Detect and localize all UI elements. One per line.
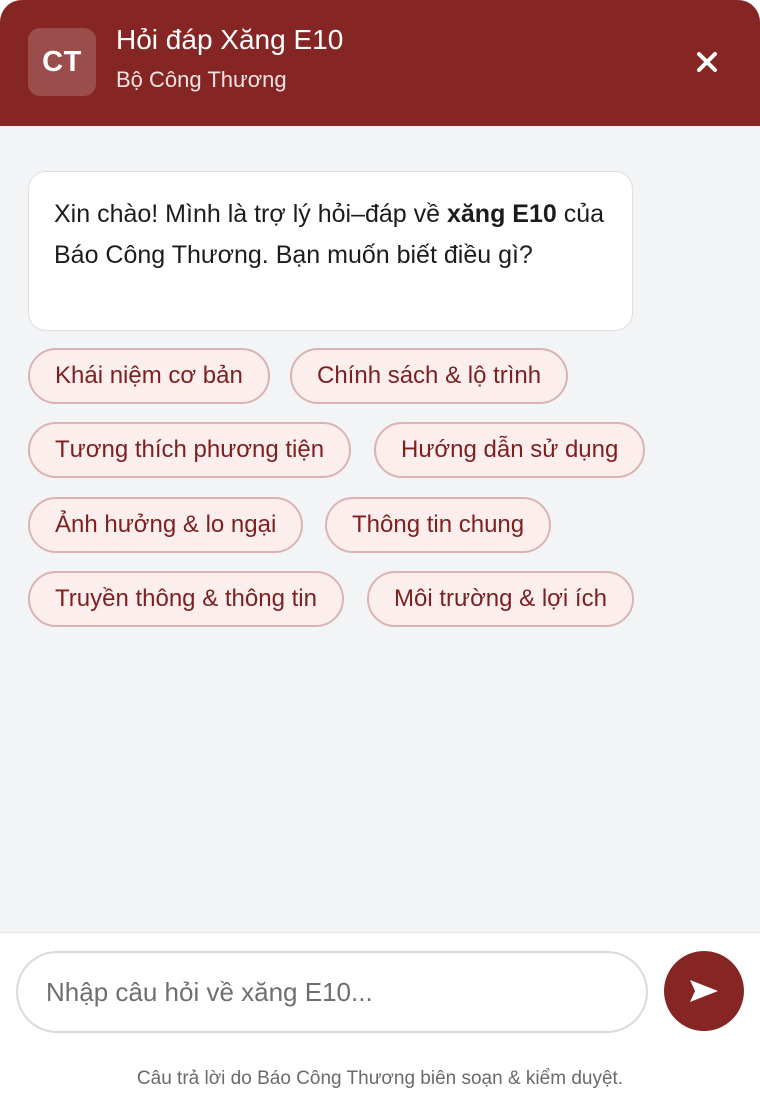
suggestion-chip-basic-concepts[interactable]: Khái niệm cơ bản <box>28 348 270 404</box>
close-button[interactable] <box>682 38 732 86</box>
suggestion-chip-vehicle-compatibility[interactable]: Tương thích phương tiện <box>28 422 352 478</box>
message-list: Xin chào! Mình là trợ lý hỏi–đáp về xăng… <box>0 126 760 932</box>
question-input[interactable] <box>16 951 648 1033</box>
suggestion-chip-general-info[interactable]: Thông tin chung <box>325 497 552 553</box>
avatar: CT <box>28 28 96 96</box>
welcome-text-bold: xăng E10 <box>447 200 557 228</box>
send-icon <box>690 980 718 1002</box>
suggestion-chip-environment-benefits[interactable]: Môi trường & lợi ích <box>367 571 634 627</box>
send-button[interactable] <box>664 951 744 1031</box>
suggestion-chip-policy-roadmap[interactable]: Chính sách & lộ trình <box>290 348 569 404</box>
chat-subtitle: Bộ Công Thương <box>116 67 287 92</box>
composer-area: Câu trả lời do Báo Công Thương biên soạn… <box>0 932 760 1120</box>
close-icon <box>697 52 717 72</box>
welcome-message: Xin chào! Mình là trợ lý hỏi–đáp về xăng… <box>28 171 633 331</box>
chat-widget: CT Hỏi đáp Xăng E10 Bộ Công Thương Xin c… <box>0 0 760 1120</box>
suggestion-chip-usage-guide[interactable]: Hướng dẫn sử dụng <box>374 422 646 478</box>
suggestion-chip-impact-concerns[interactable]: Ảnh hưởng & lo ngại <box>28 497 304 553</box>
disclaimer-text: Câu trả lời do Báo Công Thương biên soạn… <box>136 1068 624 1089</box>
chat-title: Hỏi đáp Xăng E10 <box>116 24 344 55</box>
welcome-text-before: Xin chào! Mình là trợ lý hỏi–đáp về <box>54 200 447 228</box>
chat-header: CT Hỏi đáp Xăng E10 Bộ Công Thương <box>0 0 760 126</box>
suggestion-chip-media-info[interactable]: Truyền thông & thông tin <box>28 571 344 627</box>
